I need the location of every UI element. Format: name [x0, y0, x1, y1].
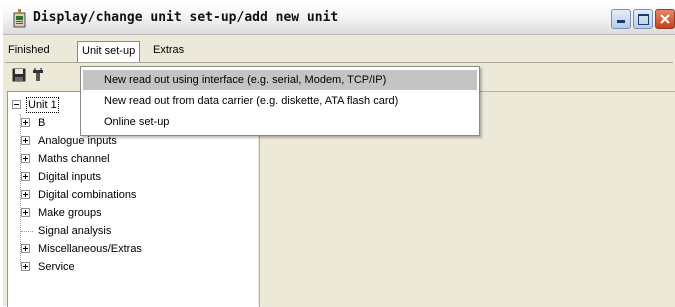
- close-button[interactable]: [655, 9, 675, 29]
- menu-finished[interactable]: Finished: [4, 41, 54, 60]
- expand-icon[interactable]: [21, 118, 30, 127]
- expand-icon[interactable]: [21, 208, 30, 217]
- expand-icon[interactable]: [21, 154, 30, 163]
- minimize-button[interactable]: [611, 9, 631, 29]
- tree-root-label[interactable]: Unit 1: [26, 97, 59, 113]
- tool-icon[interactable]: [32, 68, 44, 82]
- tree-item-label[interactable]: Miscellaneous/Extras: [38, 240, 142, 258]
- expand-icon[interactable]: [21, 244, 30, 253]
- tree-item-label[interactable]: Signal analysis: [38, 222, 111, 240]
- tree-item-label[interactable]: Digital inputs: [38, 168, 101, 186]
- expand-icon[interactable]: [21, 136, 30, 145]
- main-window: Display/change unit set-up/add new unit …: [3, 3, 675, 307]
- title-bar[interactable]: Display/change unit set-up/add new unit: [3, 3, 675, 35]
- menu-unit-setup[interactable]: Unit set-up: [77, 41, 141, 62]
- unit-setup-dropdown: New read out using interface (e.g. seria…: [80, 66, 480, 136]
- collapse-icon[interactable]: [12, 100, 21, 109]
- maximize-button[interactable]: [633, 9, 653, 29]
- expand-icon[interactable]: [21, 262, 30, 271]
- expand-icon[interactable]: [21, 190, 30, 199]
- tree-item-label[interactable]: Digital combinations: [38, 186, 136, 204]
- expand-icon[interactable]: [21, 172, 30, 181]
- menu-new-readout-data-carrier[interactable]: New read out from data carrier (e.g. dis…: [83, 91, 477, 111]
- close-icon: [660, 14, 670, 24]
- tree-item-label[interactable]: Maths channel: [38, 150, 110, 168]
- tree-connector: [21, 231, 33, 232]
- window-title: Display/change unit set-up/add new unit: [33, 10, 339, 25]
- menu-bar: Finished Unit set-up Extras: [3, 41, 675, 62]
- tree-item-label[interactable]: Service: [38, 258, 75, 276]
- menu-extras[interactable]: Extras: [149, 41, 188, 60]
- menu-new-readout-interface[interactable]: New read out using interface (e.g. seria…: [83, 70, 477, 90]
- menu-online-setup[interactable]: Online set-up: [83, 112, 477, 132]
- app-icon: [13, 9, 26, 28]
- tree-item-label[interactable]: B: [38, 114, 45, 132]
- toolbar-divider: [5, 62, 673, 63]
- tree-item-label[interactable]: Make groups: [38, 204, 102, 222]
- save-icon[interactable]: [12, 68, 26, 82]
